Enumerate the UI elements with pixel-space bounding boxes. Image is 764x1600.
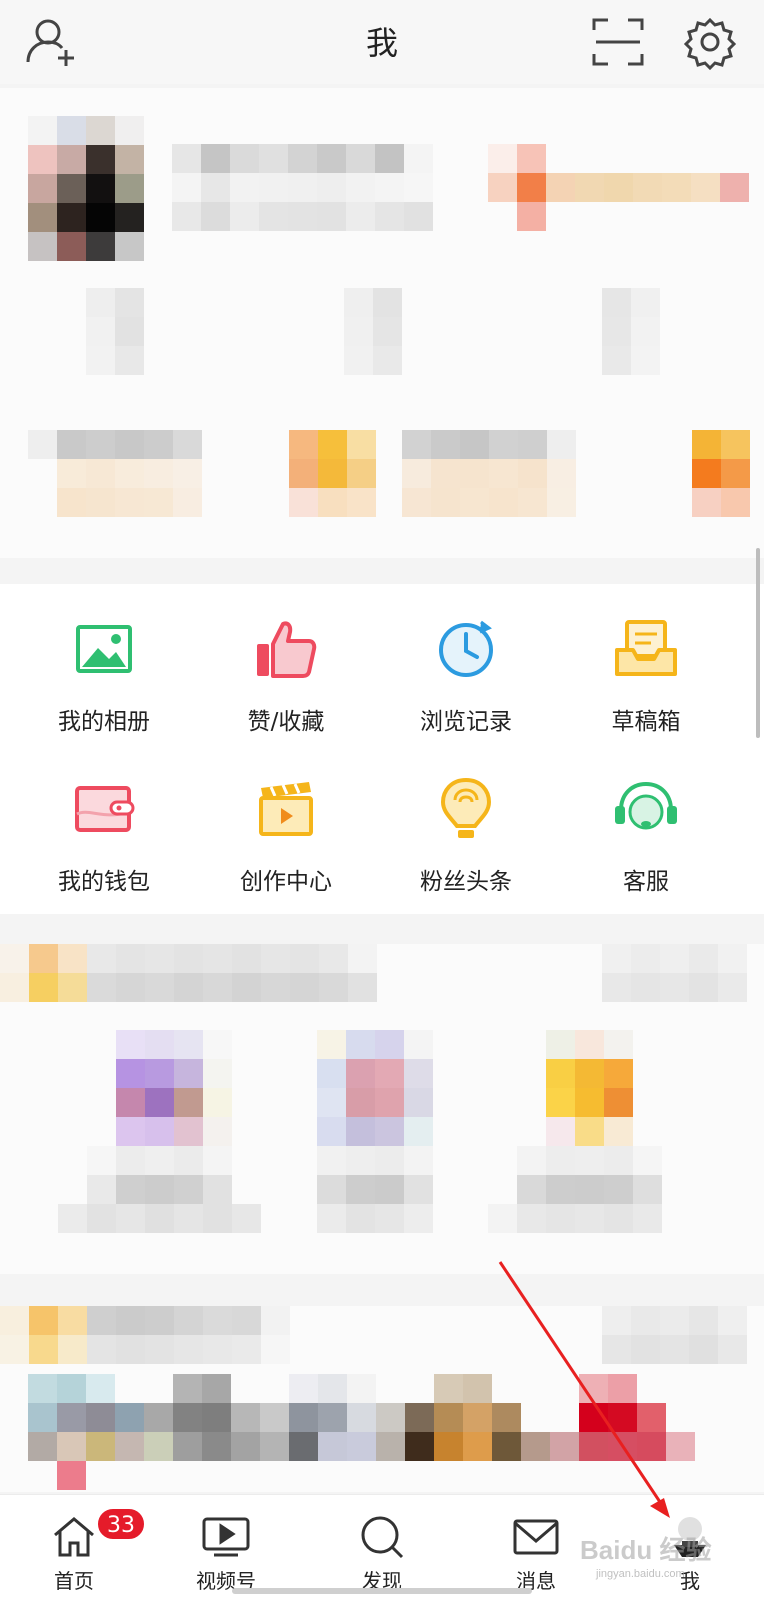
content-item-obscured[interactable] [488, 1030, 692, 1234]
tool-creator-center[interactable]: 创作中心 [196, 744, 376, 895]
page-title: 我 [365, 24, 398, 62]
search-icon [358, 1513, 406, 1561]
tab-messages[interactable]: 消息 [476, 1495, 596, 1600]
tab-video[interactable]: 视频号 [166, 1495, 286, 1600]
avatar[interactable] [28, 116, 144, 261]
headset-icon [611, 774, 681, 844]
tab-discover[interactable]: 发现 [322, 1495, 442, 1600]
tool-label: 浏览记录 [420, 709, 512, 735]
tool-label: 我的钱包 [58, 869, 150, 895]
profile-card[interactable] [0, 88, 764, 558]
tool-label: 草稿箱 [611, 709, 681, 735]
scan-icon[interactable] [588, 14, 648, 70]
stat-obscured-3[interactable] [602, 288, 660, 375]
tool-drafts[interactable]: 草稿箱 [556, 584, 736, 735]
tab-home[interactable]: 33 首页 [14, 1495, 146, 1600]
clock-icon [431, 614, 501, 684]
wallet-icon [69, 774, 139, 844]
content-item-obscured[interactable] [58, 1030, 262, 1234]
lightbulb-icon [431, 774, 501, 844]
promo-obscured-left[interactable] [28, 430, 376, 517]
draft-box-icon [611, 614, 681, 684]
tools-grid: 我的相册 赞/收藏 浏览记录 草稿箱 我的钱包 创作中心 粉丝头条 客服 [0, 584, 764, 914]
photo-album-icon [69, 614, 139, 684]
video-icon [202, 1513, 250, 1561]
tool-label: 客服 [623, 869, 669, 895]
section-more-obscured[interactable] [602, 1306, 748, 1364]
home-indicator [232, 1588, 532, 1594]
thumbs-up-icon [251, 614, 321, 684]
content-item-obscured[interactable] [288, 1030, 462, 1234]
clapperboard-icon [251, 774, 321, 844]
home-icon [50, 1513, 98, 1561]
promo-obscured-right[interactable] [402, 430, 750, 517]
level-badge-obscured[interactable] [488, 144, 752, 231]
tool-fan-headlines[interactable]: 粉丝头条 [376, 744, 556, 895]
tool-label: 创作中心 [240, 869, 332, 895]
tool-label: 粉丝头条 [420, 869, 512, 895]
envelope-icon [512, 1513, 560, 1561]
unread-badge: 33 [96, 1507, 146, 1541]
tab-label: 首页 [54, 1569, 94, 1593]
scrollbar[interactable] [756, 548, 760, 738]
gear-icon[interactable] [680, 14, 740, 71]
watermark-site: jingyan.baidu.com [596, 1568, 685, 1580]
content-section-obscured[interactable] [0, 944, 764, 1274]
stat-obscured-2[interactable] [344, 288, 402, 375]
tool-likes-favorites[interactable]: 赞/收藏 [196, 584, 376, 735]
stat-obscured-1[interactable] [86, 288, 144, 375]
tool-label: 我的相册 [58, 709, 150, 735]
tool-label: 赞/收藏 [247, 709, 325, 735]
section-title-obscured [0, 944, 377, 1002]
watermark-brand: Baidu 经验 [580, 1535, 712, 1565]
tool-history[interactable]: 浏览记录 [376, 584, 556, 735]
section-title-obscured [0, 1306, 290, 1364]
section-more-obscured[interactable] [602, 944, 748, 1002]
top-bar: 我 [0, 0, 764, 84]
tool-wallet[interactable]: 我的钱包 [14, 744, 194, 895]
user-name-obscured [172, 144, 433, 231]
tool-customer-service[interactable]: 客服 [556, 744, 736, 895]
content-section-obscured-2[interactable] [0, 1306, 764, 1492]
thumbnail-strip-obscured[interactable] [28, 1374, 724, 1490]
tool-photo-album[interactable]: 我的相册 [14, 584, 194, 735]
